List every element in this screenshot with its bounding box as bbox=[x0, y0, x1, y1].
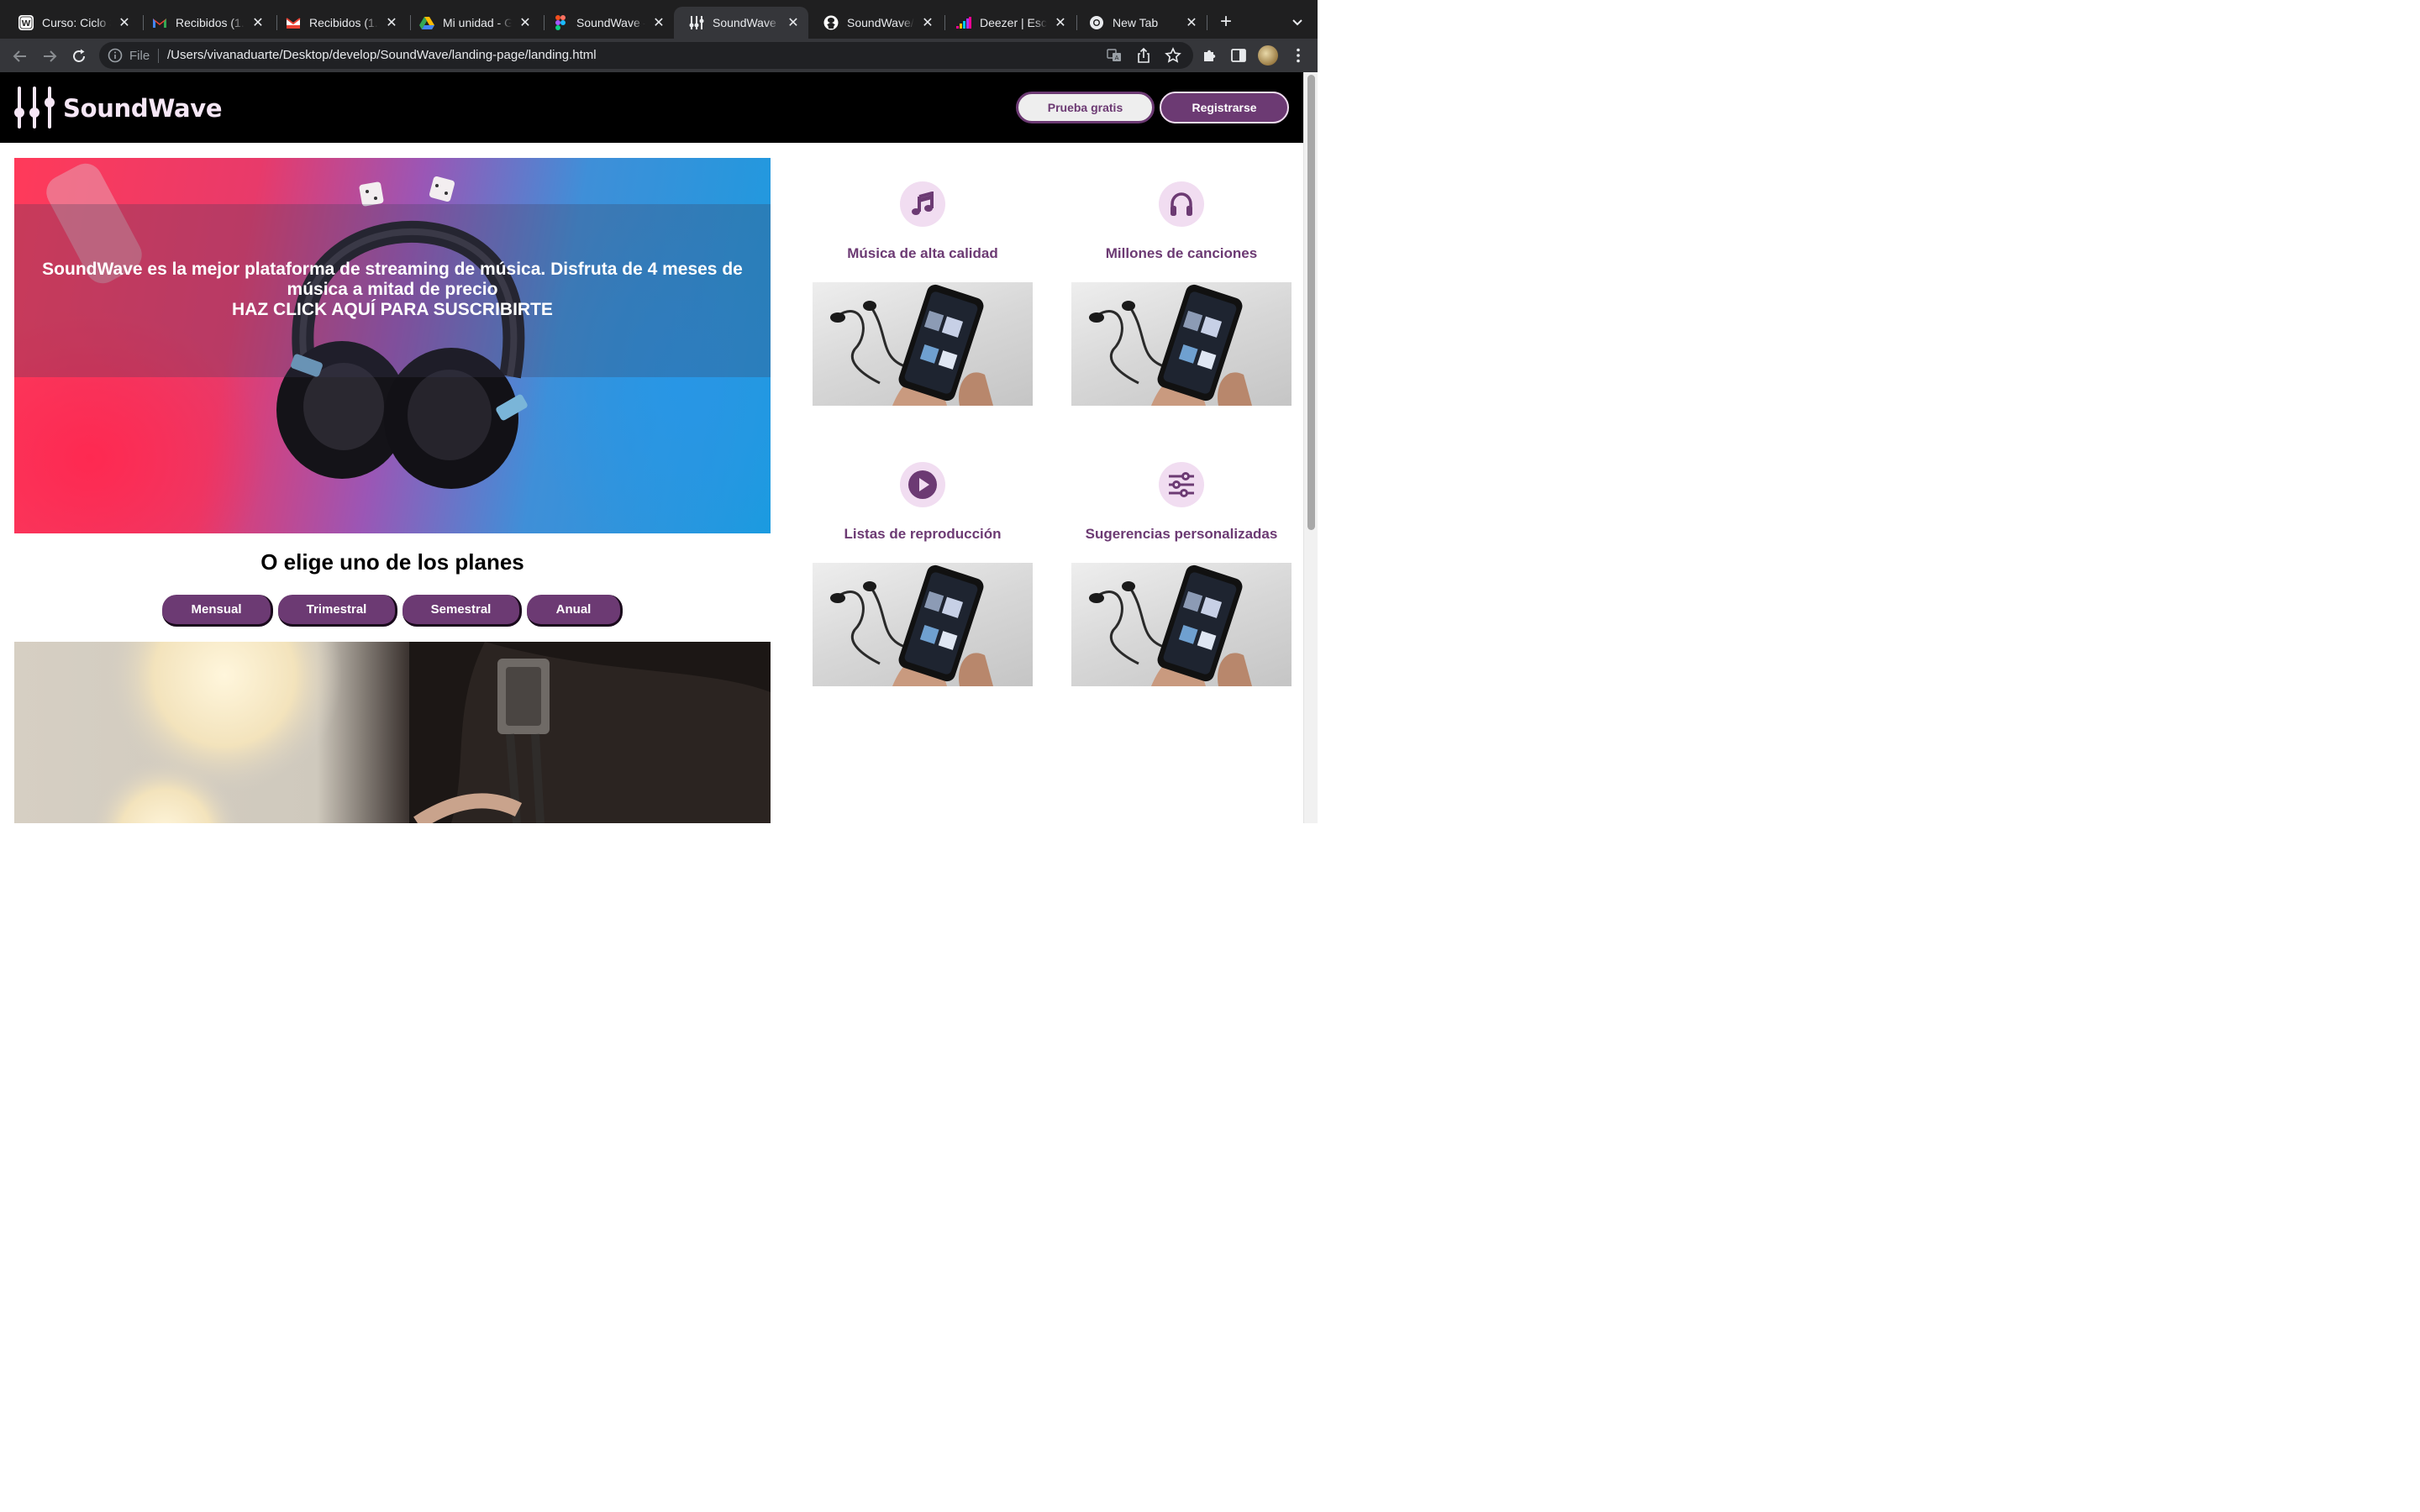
svg-text:W: W bbox=[21, 19, 30, 29]
soundwave-icon bbox=[689, 15, 704, 30]
soundwave-logo-icon[interactable] bbox=[13, 86, 55, 129]
tab-strip: W Curso: Ciclo 3 ✕ Recibidos (1.0 ✕ Reci… bbox=[0, 0, 1318, 39]
forward-arrow-icon bbox=[44, 50, 57, 62]
deezer-icon bbox=[956, 15, 971, 30]
course-icon: W bbox=[18, 15, 34, 30]
profile-avatar[interactable] bbox=[1258, 45, 1278, 66]
reload-button[interactable] bbox=[67, 45, 91, 68]
back-arrow-icon bbox=[13, 50, 26, 62]
close-icon[interactable]: ✕ bbox=[385, 16, 398, 30]
tab-figma[interactable]: SoundWave – ✕ bbox=[538, 7, 674, 39]
figma-icon bbox=[553, 15, 568, 30]
person-headphones-photo bbox=[14, 642, 771, 823]
svg-text:A: A bbox=[1115, 55, 1119, 61]
tab-search-chevron-icon[interactable] bbox=[1289, 13, 1306, 30]
tab-label: Recibidos (1.2 bbox=[309, 16, 378, 29]
hero-promo-text[interactable]: SoundWave es la mejor plataforma de stre… bbox=[18, 260, 767, 320]
address-divider bbox=[158, 49, 159, 63]
reload-icon bbox=[73, 49, 85, 62]
plans-heading: O elige uno de los planes bbox=[260, 549, 524, 575]
feature-title: Listas de reproducción bbox=[844, 526, 1002, 542]
new-tab-button[interactable]: + bbox=[1215, 12, 1237, 34]
tab-label: Curso: Ciclo 3 bbox=[42, 16, 111, 29]
plan-annual-button[interactable]: Anual bbox=[527, 595, 623, 627]
google-drive-icon bbox=[419, 15, 434, 30]
close-icon[interactable]: ✕ bbox=[118, 16, 131, 30]
phone-app-photo bbox=[1071, 282, 1292, 406]
hero-message: SoundWave es la mejor plataforma de stre… bbox=[42, 260, 743, 299]
tab-label: SoundWave/la bbox=[847, 16, 914, 29]
sliders-icon bbox=[1159, 462, 1204, 507]
bokeh-photo-art bbox=[91, 642, 771, 823]
tab-label: SoundWave bbox=[713, 16, 776, 29]
gmail-icon bbox=[152, 15, 167, 30]
phone-app-photo bbox=[813, 563, 1033, 686]
tab-label: New Tab bbox=[1113, 16, 1159, 29]
scrollbar-thumb[interactable] bbox=[1307, 75, 1315, 530]
plan-quarterly-button[interactable]: Trimestral bbox=[278, 595, 397, 627]
tab-soundwave-active[interactable]: SoundWave ✕ bbox=[674, 7, 808, 39]
side-panel-icon[interactable] bbox=[1229, 46, 1248, 65]
close-icon[interactable]: ✕ bbox=[786, 16, 800, 30]
extensions-puzzle-icon[interactable] bbox=[1201, 46, 1219, 65]
tab-mail[interactable]: Recibidos (1.2 ✕ bbox=[271, 7, 407, 39]
url-text[interactable]: /Users/vivanaduarte/Desktop/develop/Soun… bbox=[167, 48, 597, 62]
tab-label: SoundWave – bbox=[576, 16, 645, 29]
page-viewport: SoundWave Prueba gratis Registrarse Soun… bbox=[0, 72, 1303, 823]
hero-banner[interactable]: SoundWave es la mejor plataforma de stre… bbox=[14, 158, 771, 533]
forward-button[interactable] bbox=[38, 45, 61, 68]
tab-label: Recibidos (1.0 bbox=[176, 16, 245, 29]
chrome-icon bbox=[1089, 15, 1104, 30]
music-note-icon bbox=[900, 181, 945, 227]
tab-deezer[interactable]: Deezer | Escuc ✕ bbox=[941, 7, 1076, 39]
plan-semiannual-button[interactable]: Semestral bbox=[402, 595, 522, 627]
mail-icon bbox=[286, 15, 301, 30]
phone-app-photo bbox=[813, 282, 1033, 406]
brand-name[interactable]: SoundWave bbox=[63, 94, 223, 123]
github-icon bbox=[823, 15, 839, 30]
tab-label: Mi unidad - Go bbox=[443, 16, 512, 29]
close-icon[interactable]: ✕ bbox=[652, 16, 666, 30]
feature-title: Millones de canciones bbox=[1105, 245, 1258, 261]
bookmark-star-icon[interactable] bbox=[1165, 47, 1181, 64]
scheme-label: File bbox=[129, 49, 150, 63]
hero-subscribe-link[interactable]: HAZ CLICK AQUÍ PARA SUSCRIBIRTE bbox=[18, 300, 767, 320]
close-icon[interactable]: ✕ bbox=[518, 16, 532, 30]
tab-drive[interactable]: Mi unidad - Go ✕ bbox=[404, 7, 540, 39]
browser-toolbar: File /Users/vivanaduarte/Desktop/develop… bbox=[0, 39, 1318, 72]
tab-github[interactable]: SoundWave/la ✕ bbox=[808, 7, 943, 39]
play-circle-icon bbox=[900, 462, 945, 507]
close-icon[interactable]: ✕ bbox=[921, 16, 934, 30]
tab-course[interactable]: W Curso: Ciclo 3 ✕ bbox=[3, 7, 139, 39]
phone-app-photo bbox=[1071, 563, 1292, 686]
back-button[interactable] bbox=[8, 45, 32, 68]
close-icon[interactable]: ✕ bbox=[1054, 16, 1067, 30]
page-scrollbar[interactable] bbox=[1303, 72, 1318, 823]
register-button[interactable]: Registrarse bbox=[1160, 92, 1289, 123]
feature-title: Música de alta calidad bbox=[847, 245, 998, 261]
tab-new-tab[interactable]: New Tab ✕ bbox=[1074, 7, 1207, 39]
address-bar[interactable]: File /Users/vivanaduarte/Desktop/develop… bbox=[99, 42, 1193, 69]
tab-gmail[interactable]: Recibidos (1.0 ✕ bbox=[137, 7, 273, 39]
close-icon[interactable]: ✕ bbox=[1185, 16, 1198, 30]
site-header: SoundWave Prueba gratis Registrarse bbox=[0, 72, 1303, 143]
tab-label: Deezer | Escuc bbox=[980, 16, 1047, 29]
headphones-icon bbox=[1159, 181, 1204, 227]
close-icon[interactable]: ✕ bbox=[251, 16, 265, 30]
feature-title: Sugerencias personalizadas bbox=[1085, 526, 1278, 542]
translate-icon[interactable]: A bbox=[1106, 47, 1123, 64]
info-icon[interactable] bbox=[108, 48, 123, 63]
more-menu-icon[interactable] bbox=[1289, 46, 1307, 65]
plan-monthly-button[interactable]: Mensual bbox=[162, 595, 273, 627]
share-icon[interactable] bbox=[1135, 47, 1152, 64]
free-trial-button[interactable]: Prueba gratis bbox=[1016, 92, 1155, 123]
